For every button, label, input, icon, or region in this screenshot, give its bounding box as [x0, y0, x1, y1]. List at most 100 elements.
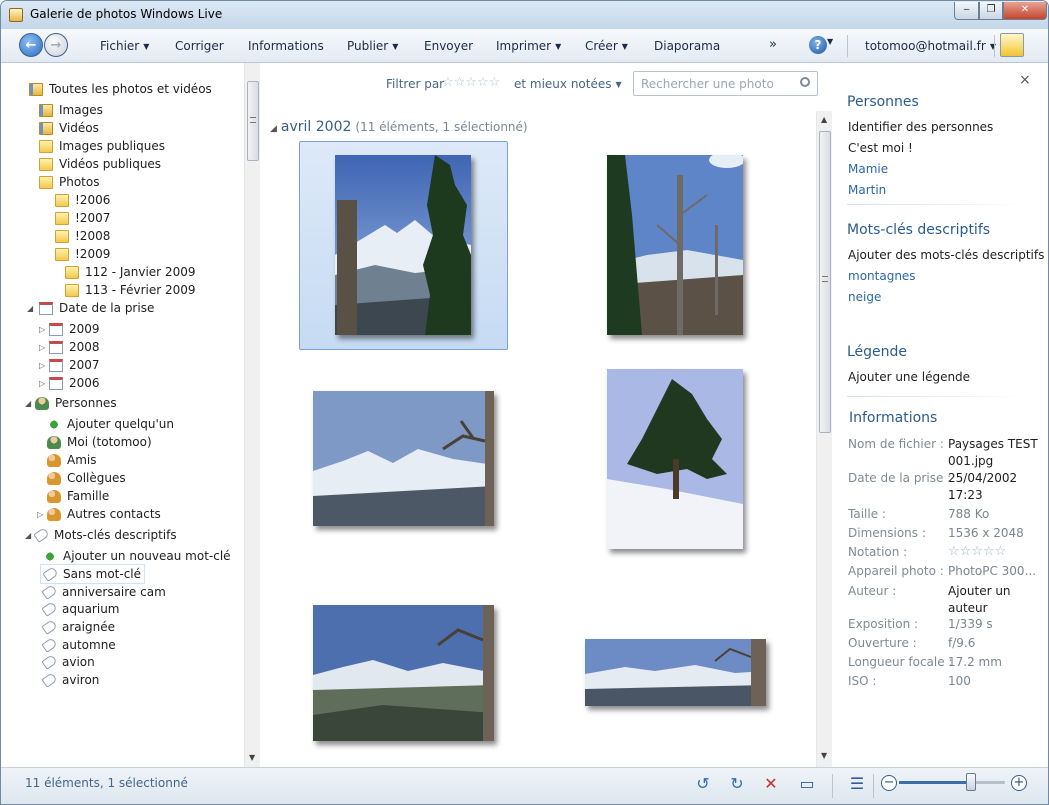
forward-button[interactable]: → [44, 33, 68, 57]
help-icon[interactable]: ? [809, 36, 827, 54]
tree-scrollbar[interactable]: ▼ [244, 63, 260, 767]
rotate-left-icon[interactable]: ↺ [693, 774, 713, 794]
tree-item-public-videos[interactable]: Vidéos publiques [39, 155, 161, 173]
tree-item-group[interactable]: Autres contacts [47, 505, 161, 523]
collapse-arrow-icon[interactable]: ◢ [25, 531, 31, 540]
person-tag[interactable]: Martin [848, 183, 886, 197]
descriptive-tag[interactable]: montagnes [848, 269, 916, 283]
tree-item-tag[interactable]: araignée [41, 618, 115, 636]
scroll-up-arrow-icon[interactable]: ▲ [821, 115, 827, 124]
tree-item-tag[interactable]: avion [41, 653, 95, 671]
maximize-button[interactable]: ❐ [979, 2, 1003, 20]
rating-filter-dropdown[interactable]: et mieux notées ▼ [514, 77, 622, 91]
delete-icon[interactable]: ✕ [761, 774, 781, 794]
its-me-link[interactable]: C'est moi ! [848, 141, 913, 155]
photo-scrollbar[interactable]: ▲ ▼ [816, 111, 832, 767]
tree-item-videos[interactable]: Vidéos [39, 119, 99, 137]
tree-item-folder[interactable]: !2009 [55, 245, 110, 263]
info-date[interactable]: 25/04/2002 17:23 [948, 470, 1043, 504]
descriptive-tag[interactable]: neige [848, 290, 881, 304]
zoom-out-button[interactable]: − [881, 775, 897, 791]
photo-thumbnail[interactable] [335, 155, 471, 335]
scroll-down-arrow-icon[interactable]: ▼ [249, 753, 255, 762]
close-button[interactable]: ✕ [1003, 2, 1047, 20]
tree-item-subfolder[interactable]: 112 - Janvier 2009 [65, 263, 195, 281]
tree-item-photos[interactable]: Photos [39, 173, 99, 191]
tree-item-all[interactable]: Toutes les photos et vidéos [29, 80, 212, 98]
group-header[interactable]: ◢ avril 2002 (11 éléments, 1 sélectionné) [270, 119, 528, 135]
collapse-arrow-icon[interactable]: ◢ [27, 304, 33, 313]
photo-thumbnail[interactable] [313, 605, 494, 741]
user-avatar[interactable] [1000, 33, 1024, 57]
tree-item-folder[interactable]: !2008 [55, 227, 110, 245]
tree-item-images[interactable]: Images [39, 101, 103, 119]
photo-thumbnail[interactable] [313, 391, 494, 526]
tree-item-year[interactable]: 2007 [49, 356, 100, 374]
tree-item-group[interactable]: Amis [47, 451, 96, 469]
back-button[interactable]: ← [19, 33, 43, 57]
tree-item-year[interactable]: 2008 [49, 338, 100, 356]
menu-diaporama[interactable]: Diaporama [654, 39, 720, 53]
expand-arrow-icon[interactable]: ▷ [39, 379, 45, 388]
rating-filter-stars[interactable]: ☆☆☆☆☆ [442, 75, 500, 90]
section-divider [847, 396, 1027, 397]
expand-arrow-icon[interactable]: ▷ [39, 343, 45, 352]
expand-arrow-icon[interactable]: ▷ [39, 325, 45, 334]
account-menu[interactable]: totomoo@hotmail.fr ▼ [865, 39, 996, 53]
minimize-button[interactable]: ‒ [954, 2, 979, 20]
menu-imprimer[interactable]: Imprimer ▼ [496, 39, 561, 53]
chevron-down-icon[interactable]: ▼ [827, 37, 833, 46]
tree-item-add-person[interactable]: Ajouter quelqu'un [47, 415, 174, 433]
menu-informations[interactable]: Informations [248, 39, 324, 53]
details-view-icon[interactable]: ☰ [847, 774, 867, 794]
chevron-down-icon: ▼ [621, 42, 628, 51]
person-tag[interactable]: Mamie [848, 162, 888, 176]
menu-creer[interactable]: Créer ▼ [585, 39, 628, 53]
tree-item-tag[interactable]: anniversaire cam [41, 583, 166, 601]
zoom-slider-thumb[interactable] [966, 773, 976, 791]
scroll-down-arrow-icon[interactable]: ▼ [821, 751, 827, 760]
photo-thumbnail[interactable] [585, 639, 766, 706]
photo-thumbnail[interactable] [607, 155, 743, 335]
tree-item-tags[interactable]: Mots-clés descriptifs [33, 526, 177, 544]
rating-stars[interactable]: ☆☆☆☆☆ [948, 543, 1043, 560]
rotate-right-icon[interactable]: ↻ [727, 774, 747, 794]
menu-envoyer[interactable]: Envoyer [424, 39, 473, 53]
add-caption-link[interactable]: Ajouter une légende [848, 370, 970, 384]
expand-arrow-icon[interactable]: ▷ [37, 510, 43, 519]
slideshow-icon[interactable]: ▭ [797, 774, 817, 794]
expand-arrow-icon[interactable]: ▷ [39, 361, 45, 370]
tree-item-year[interactable]: 2006 [49, 374, 100, 392]
scrollbar-thumb[interactable] [819, 131, 831, 433]
tree-item-group[interactable]: Famille [47, 487, 109, 505]
tree-item-tag-selected[interactable]: Sans mot-clé [39, 564, 146, 584]
tree-item-group[interactable]: Collègues [47, 469, 126, 487]
search-input[interactable]: Rechercher une photo [633, 71, 818, 96]
tree-item-year[interactable]: 2009 [49, 320, 100, 338]
menu-publier[interactable]: Publier ▼ [347, 39, 398, 53]
collapse-arrow-icon[interactable]: ◢ [25, 399, 31, 408]
photo-thumbnail[interactable] [607, 369, 743, 549]
add-tags-link[interactable]: Ajouter des mots-clés descriptifs [848, 248, 1044, 262]
zoom-in-button[interactable]: + [1011, 775, 1027, 791]
tree-item-date[interactable]: Date de la prise [39, 299, 154, 317]
search-icon[interactable] [800, 77, 810, 87]
tree-item-add-tag[interactable]: Ajouter un nouveau mot-clé [43, 547, 231, 565]
info-filename[interactable]: Paysages TEST 001.jpg [948, 436, 1043, 470]
info-author[interactable]: Ajouter un auteur [948, 583, 1038, 617]
tree-item-people[interactable]: Personnes [35, 394, 117, 412]
menu-corriger[interactable]: Corriger [175, 39, 224, 53]
close-pane-icon[interactable]: × [1019, 72, 1031, 88]
tree-item-subfolder[interactable]: 113 - Février 2009 [65, 281, 196, 299]
menu-fichier[interactable]: Fichier ▼ [100, 39, 149, 53]
tree-item-tag[interactable]: aviron [41, 671, 99, 689]
tree-item-tag[interactable]: automne [41, 636, 116, 654]
tree-item-folder[interactable]: !2006 [55, 191, 110, 209]
tree-item-tag[interactable]: aquarium [41, 600, 120, 618]
more-menu-button[interactable]: » [769, 37, 777, 52]
tree-item-person[interactable]: Moi (totomoo) [47, 433, 152, 451]
tree-item-folder[interactable]: !2007 [55, 209, 110, 227]
collapse-arrow-icon[interactable]: ◢ [270, 124, 277, 134]
identify-people-link[interactable]: Identifier des personnes [848, 120, 993, 134]
tree-item-public-images[interactable]: Images publiques [39, 137, 165, 155]
